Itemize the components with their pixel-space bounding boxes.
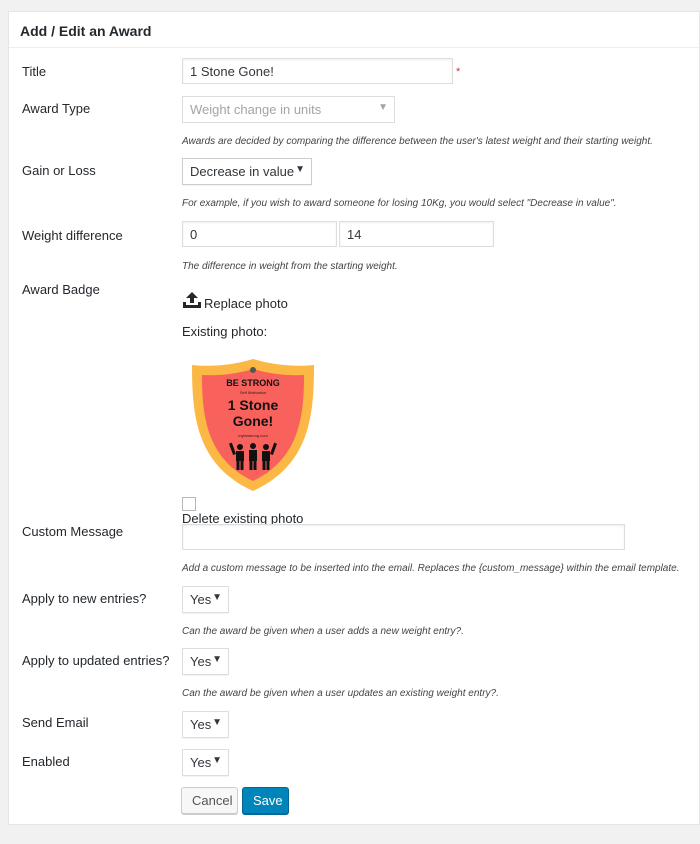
- apply-updated-value: Yes: [190, 654, 212, 669]
- gain-loss-select[interactable]: Decrease in value ▼: [182, 158, 312, 185]
- save-button[interactable]: Save: [242, 787, 289, 814]
- custom-message-label: Custom Message: [22, 524, 124, 539]
- award-badge-label: Award Badge: [22, 282, 100, 297]
- badge-text-4: Gone!: [233, 413, 273, 429]
- chevron-down-icon: ▼: [212, 755, 222, 766]
- send-email-select[interactable]: Yes ▼: [182, 711, 229, 738]
- chevron-down-icon: ▼: [212, 654, 222, 665]
- award-type-help: Awards are decided by comparing the diff…: [182, 136, 653, 147]
- weight-difference-input-1[interactable]: 0: [182, 221, 337, 247]
- award-badge-image: BE STRONG Self Motivation 1 Stone Gone! …: [188, 355, 318, 495]
- gain-loss-label: Gain or Loss: [22, 163, 96, 178]
- panel-title: Add / Edit an Award: [9, 12, 699, 48]
- apply-updated-help: Can the award be given when a user updat…: [182, 688, 499, 699]
- enabled-value: Yes: [190, 755, 212, 770]
- apply-new-label: Apply to new entries?: [22, 591, 147, 606]
- enabled-select[interactable]: Yes ▼: [182, 749, 229, 776]
- weight-difference-help: The difference in weight from the starti…: [182, 261, 398, 272]
- send-email-label: Send Email: [22, 715, 89, 730]
- badge-text-3: 1 Stone: [228, 397, 279, 413]
- award-type-label: Award Type: [22, 101, 91, 116]
- chevron-down-icon: ▼: [212, 717, 222, 728]
- replace-photo-link[interactable]: Replace photo: [204, 296, 288, 311]
- gain-loss-value: Decrease in value: [190, 164, 295, 179]
- award-type-select[interactable]: Weight change in units ▼: [182, 96, 395, 123]
- apply-updated-label: Apply to updated entries?: [22, 653, 170, 668]
- chevron-down-icon: ▼: [295, 164, 305, 175]
- badge-text-1: BE STRONG: [226, 378, 280, 388]
- custom-message-input[interactable]: [182, 524, 625, 550]
- upload-icon[interactable]: [182, 291, 202, 309]
- custom-message-help: Add a custom message to be inserted into…: [182, 563, 680, 574]
- title-input[interactable]: 1 Stone Gone!: [182, 58, 453, 84]
- award-edit-panel: Add / Edit an Award: [8, 11, 700, 825]
- title-label: Title: [22, 64, 47, 79]
- apply-new-value: Yes: [190, 592, 212, 607]
- required-marker: *: [456, 66, 461, 78]
- send-email-value: Yes: [190, 717, 212, 732]
- gain-loss-help: For example, if you wish to award someon…: [182, 198, 617, 209]
- delete-photo-checkbox[interactable]: [182, 497, 196, 511]
- chevron-down-icon: ▼: [378, 102, 388, 113]
- apply-new-help: Can the award be given when a user adds …: [182, 626, 464, 637]
- enabled-label: Enabled: [22, 754, 70, 769]
- badge-text-5: mybestrong.com: [238, 433, 268, 438]
- badge-text-2: Self Motivation: [240, 390, 266, 395]
- apply-new-select[interactable]: Yes ▼: [182, 586, 229, 613]
- weight-difference-input-2[interactable]: 14: [339, 221, 494, 247]
- cancel-button[interactable]: Cancel: [181, 787, 238, 814]
- apply-updated-select[interactable]: Yes ▼: [182, 648, 229, 675]
- chevron-down-icon: ▼: [212, 592, 222, 603]
- existing-photo-label: Existing photo:: [182, 324, 268, 339]
- weight-difference-label: Weight difference: [22, 228, 123, 243]
- award-type-value: Weight change in units: [190, 102, 322, 117]
